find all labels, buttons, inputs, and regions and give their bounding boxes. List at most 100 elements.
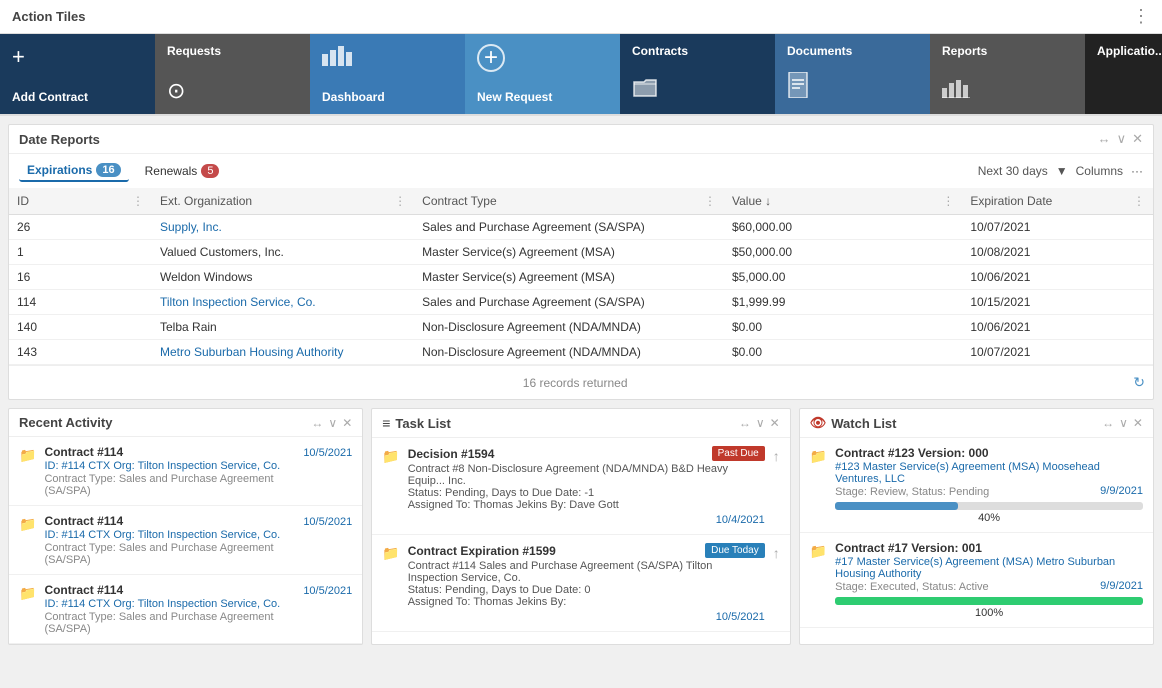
tile-reports[interactable]: Reports	[930, 34, 1085, 114]
tile-new-request[interactable]: + New Request	[465, 34, 620, 114]
task-body: Contract Expiration #1599 Due Today Cont…	[408, 543, 765, 623]
table-row: 1 Valued Customers, Inc. Master Service(…	[9, 240, 1153, 265]
date-reports-title: Date Reports	[19, 132, 100, 147]
col-type[interactable]: Contract Type ⋮	[414, 188, 724, 215]
table-options-icon[interactable]: ···	[1131, 164, 1143, 178]
tile-add-contract[interactable]: + Add Contract	[0, 34, 155, 114]
task-action-icon[interactable]: ↑	[773, 545, 780, 561]
expand-icon[interactable]: ↔	[1098, 131, 1111, 147]
dashboard-icon	[322, 44, 352, 72]
action-tiles-menu-icon[interactable]: ⋮	[1132, 6, 1150, 27]
activity-title[interactable]: Contract #114	[44, 583, 295, 597]
contracts-label: Contracts	[632, 44, 688, 58]
table-row: 143 Metro Suburban Housing Authority Non…	[9, 340, 1153, 365]
watch-title[interactable]: Contract #17 Version: 001	[835, 541, 1143, 555]
watch-list-header: 👁 Watch List ↔ ∨ ✕	[800, 409, 1153, 438]
tile-requests[interactable]: Requests ⊙	[155, 34, 310, 114]
cell-org[interactable]: Metro Suburban Housing Authority	[152, 340, 414, 365]
date-reports-header: Date Reports ↔ ∨ ✕	[9, 125, 1153, 154]
cell-value: $1,999.99	[724, 290, 962, 315]
col-expiration[interactable]: Expiration Date ⋮	[962, 188, 1153, 215]
table-row: 114 Tilton Inspection Service, Co. Sales…	[9, 290, 1153, 315]
watch-detail: #123 Master Service(s) Agreement (MSA) M…	[835, 461, 1143, 485]
ra-collapse-icon[interactable]: ∨	[328, 416, 337, 430]
tile-contracts[interactable]: Contracts	[620, 34, 775, 114]
cell-id: 26	[9, 215, 152, 240]
activity-body: Contract #114 ID: #114 CTX Org: Tilton I…	[44, 514, 295, 566]
contracts-icon	[632, 78, 658, 104]
columns-button[interactable]: Columns	[1076, 164, 1123, 178]
col-org-options[interactable]: ⋮	[394, 194, 406, 208]
task-header: Decision #1594 Past Due	[408, 446, 765, 461]
new-request-label: New Request	[477, 90, 552, 104]
watch-list-body: 📁 Contract #123 Version: 000 #123 Master…	[800, 438, 1153, 628]
activity-item: 📁 Contract #114 ID: #114 CTX Org: Tilton…	[9, 437, 362, 506]
activity-folder-icon: 📁	[19, 516, 36, 533]
activity-detail2: Contract Type: Sales and Purchase Agreem…	[44, 542, 295, 566]
date-reports-table-scroll[interactable]: ID ⋮ Ext. Organization ⋮ Contract Type ⋮…	[9, 188, 1153, 365]
col-id[interactable]: ID ⋮	[9, 188, 152, 215]
cell-type: Non-Disclosure Agreement (NDA/MNDA)	[414, 340, 724, 365]
task-title[interactable]: Contract Expiration #1599	[408, 544, 556, 558]
wl-close-icon[interactable]: ✕	[1133, 416, 1143, 430]
progress-label: 40%	[835, 512, 1143, 524]
progress-bar-fill	[835, 597, 1143, 605]
cell-org[interactable]: Supply, Inc.	[152, 215, 414, 240]
activity-detail1: ID: #114 CTX Org: Tilton Inspection Serv…	[44, 529, 295, 541]
task-status: Status: Pending, Days to Due Date: -1	[408, 487, 765, 499]
col-org[interactable]: Ext. Organization ⋮	[152, 188, 414, 215]
activity-body: Contract #114 ID: #114 CTX Org: Tilton I…	[44, 445, 295, 497]
tile-documents[interactable]: Documents	[775, 34, 930, 114]
cell-value: $60,000.00	[724, 215, 962, 240]
table-row: 16 Weldon Windows Master Service(s) Agre…	[9, 265, 1153, 290]
col-exp-options[interactable]: ⋮	[1133, 194, 1145, 208]
tl-collapse-icon[interactable]: ∨	[756, 416, 765, 430]
activity-date: 10/5/2021	[303, 585, 352, 597]
cell-expiration: 10/08/2021	[962, 240, 1153, 265]
requests-label: Requests	[167, 44, 221, 58]
cell-type: Sales and Purchase Agreement (SA/SPA)	[414, 215, 724, 240]
add-contract-icon: +	[12, 44, 25, 70]
close-icon[interactable]: ✕	[1132, 131, 1143, 147]
progress-bar-bg	[835, 597, 1143, 605]
task-action-icon[interactable]: ↑	[773, 448, 780, 464]
task-assign: Assigned To: Thomas Jekins By:	[408, 596, 765, 608]
ra-close-icon[interactable]: ✕	[342, 416, 352, 430]
tl-expand-icon[interactable]: ↔	[739, 416, 751, 430]
cell-org[interactable]: Tilton Inspection Service, Co.	[152, 290, 414, 315]
cell-value: $0.00	[724, 315, 962, 340]
activity-detail2: Contract Type: Sales and Purchase Agreem…	[44, 611, 295, 635]
task-badge: Past Due	[712, 446, 765, 461]
tab-renewals[interactable]: Renewals 5	[137, 161, 228, 181]
refresh-icon[interactable]: ↻	[1133, 374, 1145, 391]
activity-title[interactable]: Contract #114	[44, 445, 295, 459]
col-id-options[interactable]: ⋮	[132, 194, 144, 208]
cell-expiration: 10/06/2021	[962, 265, 1153, 290]
ra-expand-icon[interactable]: ↔	[311, 416, 323, 430]
wl-expand-icon[interactable]: ↔	[1102, 416, 1114, 430]
filter-dropdown-icon[interactable]: ▼	[1056, 164, 1068, 178]
action-tiles-title: Action Tiles	[12, 9, 85, 24]
activity-title[interactable]: Contract #114	[44, 514, 295, 528]
wl-collapse-icon[interactable]: ∨	[1119, 416, 1128, 430]
tile-applications[interactable]: Applicatio...	[1085, 34, 1162, 114]
task-title[interactable]: Decision #1594	[408, 447, 495, 461]
tab-expirations[interactable]: Expirations 16	[19, 160, 129, 182]
collapse-icon[interactable]: ∨	[1117, 131, 1127, 147]
filter-label: Next 30 days	[978, 164, 1048, 178]
tl-close-icon[interactable]: ✕	[770, 416, 780, 430]
watch-title[interactable]: Contract #123 Version: 000	[835, 446, 1143, 460]
watch-body: Contract #123 Version: 000 #123 Master S…	[835, 446, 1143, 524]
tile-dashboard[interactable]: Dashboard	[310, 34, 465, 114]
col-value[interactable]: Value ↓ ⋮	[724, 188, 962, 215]
watch-list-panel: 👁 Watch List ↔ ∨ ✕ 📁 Contract #123 Versi…	[799, 408, 1154, 645]
activity-date: 10/5/2021	[303, 447, 352, 459]
tabs-left: Expirations 16 Renewals 5	[19, 160, 227, 182]
watch-folder-icon: 📁	[810, 448, 827, 465]
task-list-icon: ≡	[382, 415, 390, 431]
col-type-options[interactable]: ⋮	[704, 194, 716, 208]
cell-org: Valued Customers, Inc.	[152, 240, 414, 265]
activity-detail1: ID: #114 CTX Org: Tilton Inspection Serv…	[44, 460, 295, 472]
activity-item: 📁 Contract #114 ID: #114 CTX Org: Tilton…	[9, 575, 362, 644]
col-value-options[interactable]: ⋮	[942, 194, 954, 208]
